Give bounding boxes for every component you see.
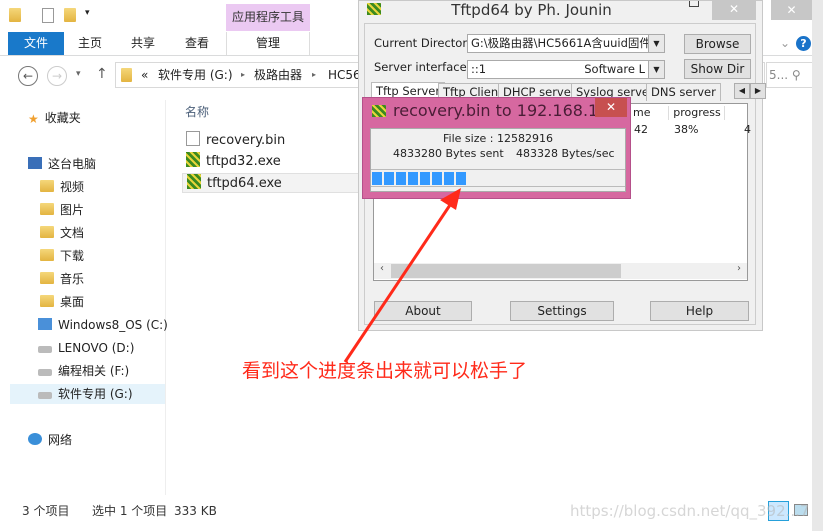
arrow-line — [343, 201, 454, 363]
annotation-text: 看到这个进度条出来就可以松手了 — [242, 360, 528, 382]
annotation-arrow — [343, 188, 461, 363]
